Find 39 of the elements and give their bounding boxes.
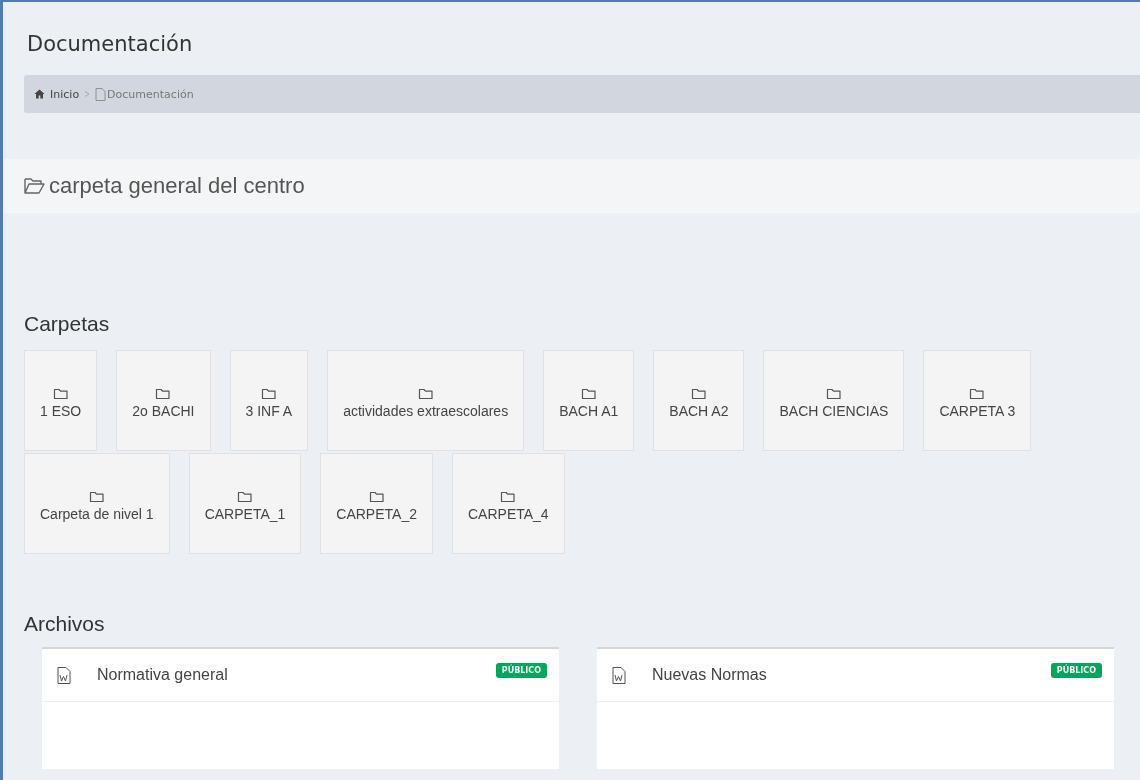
folder-tile[interactable]: CARPETA_4 [452,453,565,554]
status-badge: PÚBLICO [495,663,547,678]
folder-icon [825,386,842,400]
folder-tile[interactable]: actividades extraescolares [327,350,525,451]
folder-icon [236,489,253,503]
folder-tile[interactable]: 3 INF A [229,350,309,451]
status-badge: PÚBLICO [1050,663,1102,678]
folder-icon [969,386,986,400]
folder-icon [52,386,69,400]
folder-tile[interactable]: Carpeta de nivel 1 [24,453,170,554]
section-heading: Archivos [24,611,106,637]
folder-tile[interactable]: 1 ESO [24,350,98,451]
folder-icon [500,489,517,503]
file-link[interactable]: Normativa general [97,666,496,684]
folder-icon [260,386,277,400]
document-icon [95,87,107,101]
breadcrumb-link[interactable]: Inicio [34,87,80,101]
folder-name: carpeta general del centro [49,173,305,199]
folder-tile[interactable]: BACH A2 [653,350,745,451]
folder-icon [368,489,385,503]
folder-icon [580,386,597,400]
folder-icon [417,386,434,400]
folder-icon [88,489,105,503]
page-title: Documentación [27,31,194,58]
chevron-icon [84,90,91,98]
folder-tile[interactable]: CARPETA_1 [188,453,302,554]
folder-tile[interactable]: BACH CIENCIAS [763,350,905,451]
folder-tile[interactable]: CARPETA 3 [923,350,1032,451]
section-heading: Carpetas [24,311,111,337]
folder-tile[interactable]: CARPETA_2 [320,453,433,554]
folder-icon [155,386,172,400]
folder-tile[interactable]: 2o BACHI [116,350,211,451]
folder-icon [690,386,707,400]
word-document-icon [612,666,626,684]
open-folder-icon [24,177,46,195]
word-document-icon [57,666,71,684]
file-link[interactable]: Nuevas Normas [652,666,1051,684]
home-icon [34,89,45,99]
folder-tile[interactable]: BACH A1 [543,350,635,451]
